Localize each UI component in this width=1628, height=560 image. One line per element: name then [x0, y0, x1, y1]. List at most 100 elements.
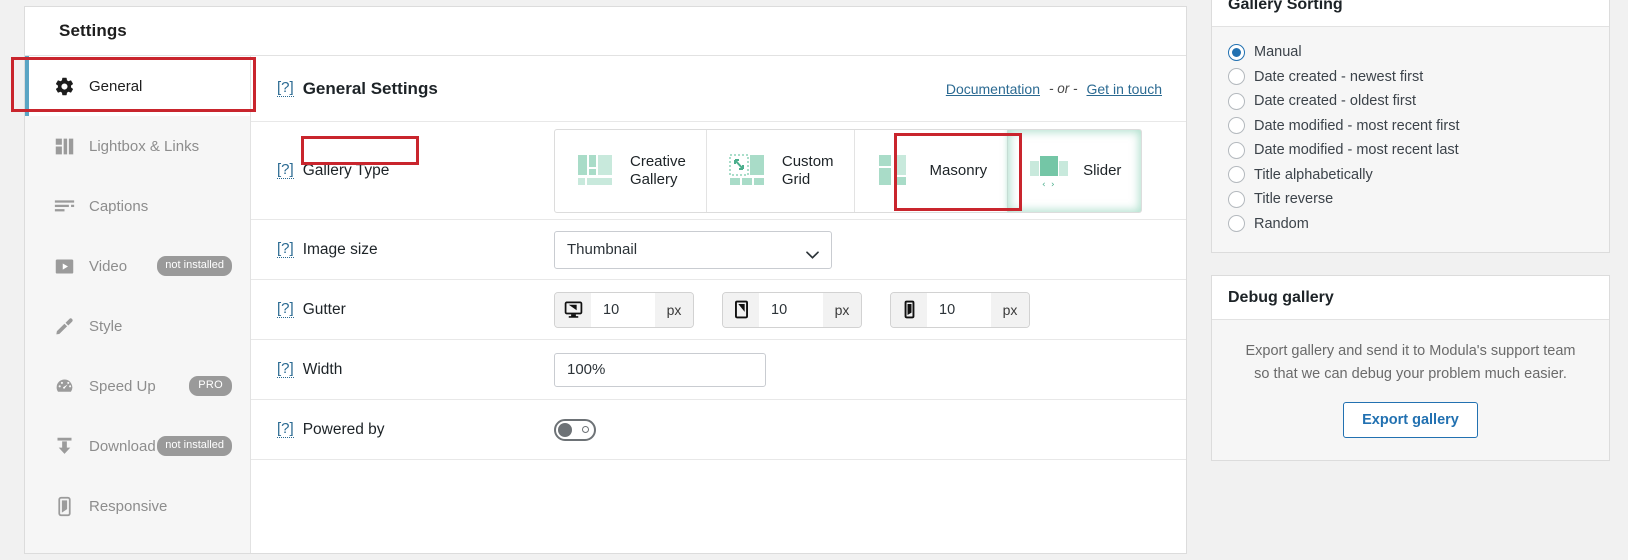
pro-badge: PRO — [189, 376, 232, 396]
powered-by-field — [554, 418, 1162, 441]
gutter-mobile-control: px — [890, 291, 1030, 328]
sort-option-date-modified-recent-last[interactable]: Date modified - most recent last — [1228, 138, 1593, 163]
sidebar-item-speed-up[interactable]: Speed Up PRO — [25, 356, 250, 416]
width-label-group: [?] Width — [277, 361, 554, 379]
powered-by-label-group: [?] Powered by — [277, 421, 554, 439]
sort-option-title-reverse[interactable]: Title reverse — [1228, 187, 1593, 212]
svg-text:‹: ‹ — [1042, 180, 1046, 190]
gallery-type-option-creative-gallery[interactable]: Creative Gallery — [555, 129, 707, 212]
creative-gallery-icon — [575, 153, 617, 189]
sidebar-item-lightbox-links[interactable]: Lightbox & Links — [25, 116, 250, 176]
sidebar-item-label: General — [89, 77, 143, 95]
get-in-touch-link[interactable]: Get in touch — [1087, 81, 1163, 97]
toggle-knob — [558, 422, 572, 437]
sort-option-title-alphabetically[interactable]: Title alphabetically — [1228, 163, 1593, 188]
gutter-tablet-input[interactable] — [759, 292, 823, 327]
radio-icon[interactable] — [1228, 166, 1245, 184]
radio-icon[interactable] — [1228, 68, 1245, 86]
gutter-desktop-unit: px — [655, 292, 693, 327]
custom-grid-icon — [727, 153, 769, 189]
gutter-controls: px px — [554, 291, 1030, 328]
sidebar-item-style[interactable]: Style — [25, 296, 250, 356]
help-icon[interactable]: [?] — [277, 301, 294, 318]
radio-icon[interactable] — [1228, 43, 1245, 61]
gauge-icon — [53, 375, 75, 397]
sidebar-item-label: Video — [89, 257, 128, 275]
sort-option-random[interactable]: Random — [1228, 212, 1593, 237]
export-gallery-button[interactable]: Export gallery — [1343, 402, 1478, 439]
play-icon — [53, 255, 75, 277]
row-gutter: [?] Gutter px — [251, 280, 1186, 340]
help-icon[interactable]: [?] — [277, 421, 294, 438]
app-screen: Settings General Lightbox & Links Captio… — [0, 0, 1628, 560]
radio-icon[interactable] — [1228, 117, 1245, 135]
image-size-label: Image size — [302, 240, 378, 258]
status-badge: not installed — [157, 436, 232, 456]
sort-option-label: Date created - oldest first — [1254, 93, 1416, 110]
debug-gallery-body: Export gallery and send it to Modula's s… — [1212, 320, 1609, 461]
desktop-icon — [555, 292, 591, 327]
status-badge: not installed — [157, 256, 232, 276]
page-title: Settings — [59, 21, 127, 40]
debug-gallery-description: Export gallery and send it to Modula's s… — [1245, 343, 1576, 383]
radio-icon[interactable] — [1228, 141, 1245, 159]
image-size-select[interactable]: Thumbnail — [554, 230, 832, 269]
help-icon[interactable]: [?] — [277, 80, 294, 97]
gallery-type-option-custom-grid[interactable]: Custom Grid — [707, 129, 855, 212]
sidebar-item-download[interactable]: Download not installed — [25, 416, 250, 476]
download-icon — [53, 435, 75, 457]
row-image-size: [?] Image size Thumbnail — [251, 220, 1186, 280]
gutter-label-group: [?] Gutter — [277, 301, 554, 319]
gallery-type-option-masonry[interactable]: Masonry — [855, 129, 1009, 212]
documentation-link[interactable]: Documentation — [946, 81, 1040, 97]
image-size-value: Thumbnail — [567, 241, 638, 258]
sidebar-item-video[interactable]: Video not installed — [25, 236, 250, 296]
settings-body: General Lightbox & Links Captions Video … — [25, 56, 1186, 553]
help-icon[interactable]: [?] — [277, 162, 294, 179]
gallery-sorting-options: Manual Date created - newest first Date … — [1212, 27, 1609, 252]
image-size-label-group: [?] Image size — [277, 241, 554, 259]
gallery-type-option-slider[interactable]: ‹ › Slider — [1008, 130, 1141, 212]
radio-icon[interactable] — [1228, 92, 1245, 110]
gutter-desktop-input[interactable] — [591, 292, 655, 327]
gutter-label: Gutter — [302, 300, 346, 318]
help-icon[interactable]: [?] — [277, 241, 294, 258]
radio-icon[interactable] — [1228, 190, 1245, 208]
settings-card: Settings General Lightbox & Links Captio… — [24, 6, 1187, 554]
gallery-type-option-label: Custom Grid — [781, 152, 834, 188]
gallery-type-option-label: Masonry — [929, 161, 988, 179]
sidebar-item-label: Captions — [89, 197, 149, 215]
sort-option-date-created-newest[interactable]: Date created - newest first — [1228, 65, 1593, 90]
powered-by-toggle[interactable] — [554, 418, 596, 441]
chevron-down-icon — [806, 246, 819, 259]
gallery-type-field: Creative Gallery Custom Grid Masonry ‹ ›… — [554, 128, 1162, 213]
sort-option-date-modified-recent-first[interactable]: Date modified - most recent first — [1228, 114, 1593, 139]
layout-icon — [53, 135, 75, 157]
gallery-type-options: Creative Gallery Custom Grid Masonry ‹ ›… — [554, 128, 1143, 213]
sidebar-item-label: Style — [89, 317, 123, 335]
gutter-field: px px — [554, 291, 1162, 328]
gallery-sorting-title: Gallery Sorting — [1212, 0, 1609, 27]
sort-option-manual[interactable]: Manual — [1228, 40, 1593, 65]
or-separator: - or - — [1049, 81, 1078, 96]
sidebar-item-label: Lightbox & Links — [89, 137, 200, 155]
gutter-mobile-input[interactable] — [927, 292, 991, 327]
width-field — [554, 352, 1162, 387]
help-icon[interactable]: [?] — [277, 361, 294, 378]
sidebar-item-responsive[interactable]: Responsive — [25, 476, 250, 536]
debug-gallery-title: Debug gallery — [1212, 276, 1609, 320]
image-size-field: Thumbnail — [554, 230, 1162, 269]
width-label: Width — [302, 360, 343, 378]
gear-icon — [53, 75, 75, 97]
width-input[interactable] — [554, 352, 766, 387]
radio-icon[interactable] — [1228, 215, 1245, 233]
gallery-type-label: Gallery Type — [302, 161, 390, 179]
section-title: General Settings — [302, 78, 438, 98]
sidebar-item-general[interactable]: General — [25, 56, 250, 116]
row-width: [?] Width — [251, 340, 1186, 400]
sidebar-item-label: Speed Up — [89, 377, 156, 395]
sort-option-date-created-oldest[interactable]: Date created - oldest first — [1228, 89, 1593, 114]
settings-content: [?] General Settings Documentation - or … — [251, 56, 1186, 553]
gutter-desktop-control: px — [554, 291, 694, 328]
sidebar-item-captions[interactable]: Captions — [25, 176, 250, 236]
